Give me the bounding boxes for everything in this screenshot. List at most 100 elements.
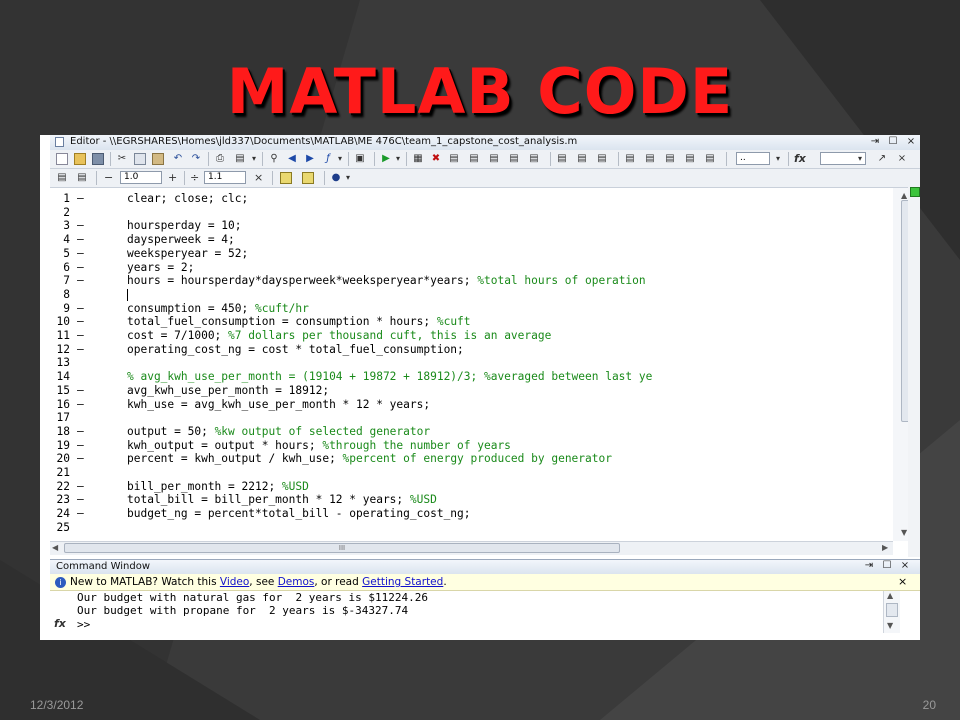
cell-eval-icon[interactable]: ▤	[644, 153, 656, 165]
cell-mode-icon[interactable]: ▤	[704, 153, 716, 165]
save-icon[interactable]	[92, 153, 104, 165]
line-number: 8	[63, 287, 70, 301]
step-in-icon[interactable]: ▤	[468, 153, 480, 165]
breakpoint-marker[interactable]: –	[77, 329, 84, 343]
close-icon[interactable]: ×	[896, 153, 908, 165]
code-text: hoursperday = 10;	[127, 219, 242, 233]
chevron-down-icon[interactable]: ▾	[392, 153, 404, 165]
demos-link[interactable]: Demos	[278, 576, 315, 588]
scroll-down-icon[interactable]: ▼	[887, 621, 893, 630]
breakpoint-marker[interactable]: –	[77, 452, 84, 466]
continue-icon[interactable]: ▤	[508, 153, 520, 165]
set-breakpoint-icon[interactable]: ▦	[412, 153, 424, 165]
find-icon[interactable]: ⚲	[268, 153, 280, 165]
cell-divider-icon[interactable]: ▤	[76, 172, 88, 184]
breakpoint-marker[interactable]: –	[77, 261, 84, 275]
scroll-up-icon[interactable]: ▲	[887, 591, 893, 600]
breakpoint-marker[interactable]: –	[77, 302, 84, 316]
breakpoint-marker[interactable]: –	[77, 315, 84, 329]
undo-icon[interactable]: ↶	[172, 153, 184, 165]
scroll-left-icon[interactable]: ◀	[52, 543, 58, 552]
chevron-down-icon[interactable]: ▾	[772, 153, 784, 165]
editor-horizontal-scrollbar[interactable]: ◀ III ▶	[50, 541, 893, 555]
breakpoint-marker[interactable]: –	[77, 480, 84, 494]
cell-icon[interactable]: ▤	[624, 153, 636, 165]
breakpoint-marker[interactable]: –	[77, 398, 84, 412]
code-editor[interactable]: 1– clear; close; clc; 2 3– hoursperday = 10;…	[50, 188, 893, 541]
info-banner: i New to MATLAB? Watch this Video, see De…	[50, 574, 920, 591]
breakpoint-marker[interactable]: –	[77, 343, 84, 357]
code-statement: kwh_output = output * hours;	[127, 438, 323, 452]
maximize-icon[interactable]: ☐	[880, 560, 894, 572]
cut-icon[interactable]: ✂	[116, 153, 128, 165]
breakpoint-marker[interactable]: –	[77, 493, 84, 507]
stack-up-icon[interactable]: ▤	[556, 153, 568, 165]
getting-started-link[interactable]: Getting Started	[362, 576, 443, 588]
fx-icon[interactable]: fx	[54, 617, 66, 630]
scroll-thumb[interactable]: III	[64, 543, 620, 553]
divide-button[interactable]: ÷	[190, 171, 199, 184]
breakpoint-marker[interactable]: –	[77, 507, 84, 521]
back-arrow-icon[interactable]: ◀	[286, 153, 298, 165]
breakpoint-marker[interactable]: –	[77, 425, 84, 439]
evaluate-cell-icon[interactable]	[280, 172, 292, 184]
breakpoint-marker[interactable]: –	[77, 384, 84, 398]
step-icon[interactable]: ▤	[448, 153, 460, 165]
forward-arrow-icon[interactable]: ▶	[304, 153, 316, 165]
open-folder-icon[interactable]	[74, 153, 86, 165]
video-link[interactable]: Video	[220, 576, 249, 588]
insert-cell-icon[interactable]: ▤	[56, 172, 68, 184]
dock-icon[interactable]: ⇥	[868, 136, 882, 148]
cell-value-1-input[interactable]: 1.0	[120, 171, 162, 184]
run-icon[interactable]: ▶	[380, 153, 392, 165]
publish-icon[interactable]: ▤	[234, 153, 246, 165]
clear-breakpoints-icon[interactable]: ✖	[430, 153, 442, 165]
multiply-button[interactable]: ×	[254, 171, 263, 184]
copy-icon[interactable]	[134, 153, 146, 165]
cell-next-icon[interactable]: ▤	[664, 153, 676, 165]
command-window-titlebar: Command Window ⇥ ☐ ×	[50, 559, 920, 575]
command-window-output[interactable]: Our budget with natural gas for 2 years …	[50, 591, 910, 640]
stack-down-icon[interactable]: ▤	[576, 153, 588, 165]
function-icon[interactable]: ƒ	[322, 153, 334, 165]
command-window-scrollbar[interactable]: ▲ ▼	[883, 591, 900, 633]
scroll-up-icon[interactable]: ▲	[901, 191, 907, 200]
scroll-down-icon[interactable]: ▼	[901, 528, 907, 537]
chevron-down-icon[interactable]: ▾	[854, 153, 866, 165]
breakpoint-marker[interactable]: –	[77, 233, 84, 247]
stack-select[interactable]: ..	[736, 152, 770, 165]
dock-icon[interactable]: ⇥	[862, 560, 876, 572]
code-text: total_bill = bill_per_month * 12 * years…	[127, 493, 437, 507]
undock-icon[interactable]: ↗	[876, 153, 888, 165]
info-icon[interactable]: ●	[330, 172, 342, 184]
breakpoint-marker[interactable]: –	[77, 247, 84, 261]
chevron-down-icon[interactable]: ▾	[248, 153, 260, 165]
print-icon[interactable]: ⎙	[214, 153, 226, 165]
evaluate-advance-icon[interactable]	[302, 172, 314, 184]
chevron-down-icon[interactable]: ▾	[342, 172, 354, 184]
increment-button[interactable]: +	[168, 171, 177, 184]
cell-value-2-input[interactable]: 1.1	[204, 171, 246, 184]
decrement-button[interactable]: −	[104, 171, 113, 184]
breakpoint-icon[interactable]: ▣	[354, 153, 366, 165]
scroll-thumb[interactable]	[886, 603, 898, 617]
close-icon[interactable]: ×	[904, 136, 918, 148]
scroll-right-icon[interactable]: ▶	[882, 543, 888, 552]
close-icon[interactable]: ×	[898, 560, 912, 572]
command-prompt[interactable]: >>	[77, 618, 90, 631]
stack-icon[interactable]: ▤	[596, 153, 608, 165]
close-icon[interactable]: ×	[898, 574, 907, 590]
new-file-icon[interactable]	[56, 153, 68, 165]
cell-advance-icon[interactable]: ▤	[684, 153, 696, 165]
breakpoint-marker[interactable]: –	[77, 439, 84, 453]
exit-debug-icon[interactable]: ▤	[528, 153, 540, 165]
maximize-icon[interactable]: ☐	[886, 136, 900, 148]
fx-button[interactable]: fx	[794, 152, 806, 165]
breakpoint-marker[interactable]: –	[77, 219, 84, 233]
chevron-down-icon[interactable]: ▾	[334, 153, 346, 165]
step-out-icon[interactable]: ▤	[488, 153, 500, 165]
breakpoint-marker[interactable]: –	[77, 192, 84, 206]
paste-icon[interactable]	[152, 153, 164, 165]
breakpoint-marker[interactable]: –	[77, 274, 84, 288]
redo-icon[interactable]: ↷	[190, 153, 202, 165]
